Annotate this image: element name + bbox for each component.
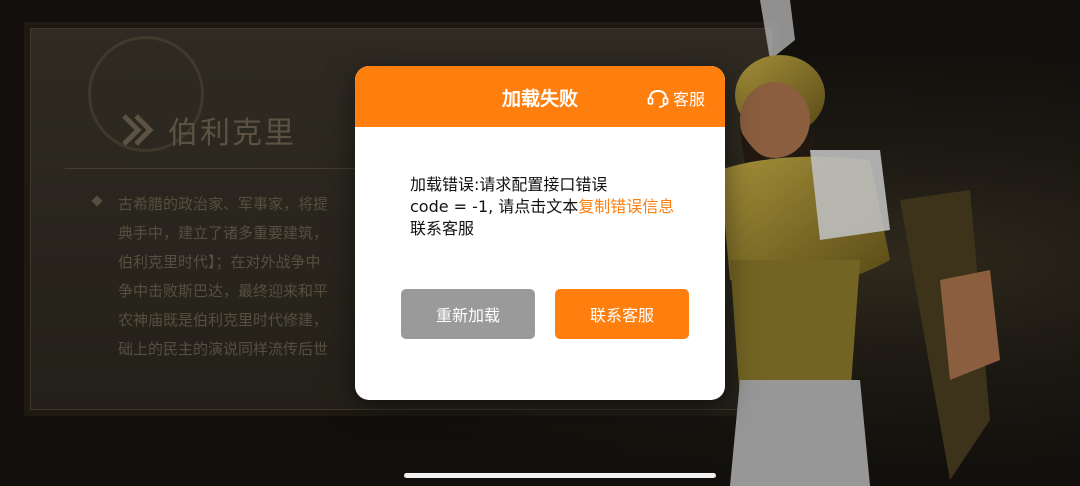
support-button[interactable]: 客服 <box>647 86 705 110</box>
copy-error-link[interactable]: 复制错误信息 <box>578 197 674 216</box>
error-text-1: 加载错误:请求配置接口错误 <box>410 175 608 194</box>
error-text-3: 联系客服 <box>410 219 475 238</box>
error-text-2: code = -1, 请点击文本 <box>410 197 579 216</box>
retry-button[interactable]: 重新加载 <box>401 289 535 339</box>
contact-support-button[interactable]: 联系客服 <box>555 289 689 339</box>
headset-icon <box>647 89 669 108</box>
home-indicator[interactable] <box>404 473 716 478</box>
dialog-header: 加载失败 客服 <box>355 66 725 127</box>
support-label: 客服 <box>672 90 705 109</box>
load-failed-dialog: 加载失败 客服 加载错误:请求配置接口错误 code = -1, 请点击文本复制… <box>355 66 725 400</box>
error-message: 加载错误:请求配置接口错误 code = -1, 请点击文本复制错误信息联系客服 <box>410 174 680 240</box>
